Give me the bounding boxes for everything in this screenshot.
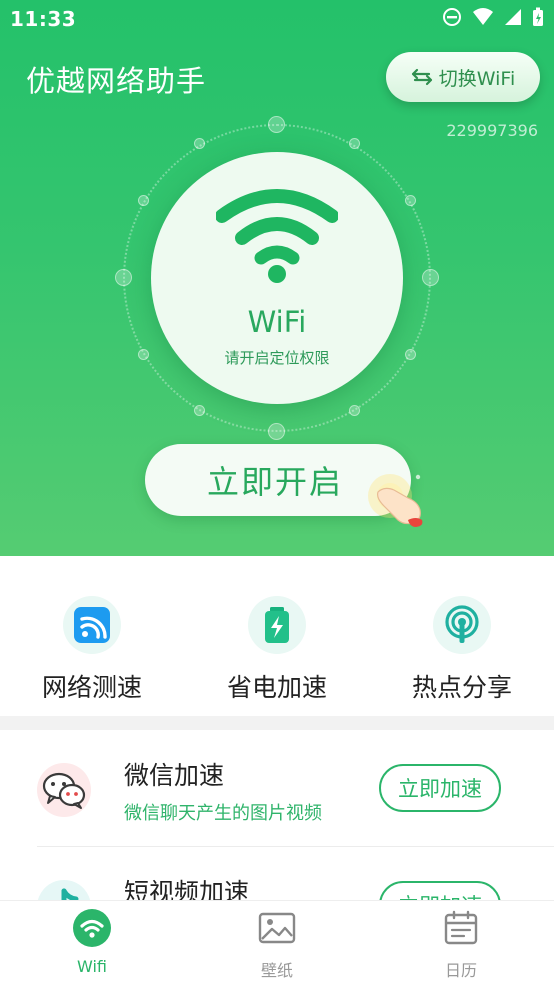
quick-action-label: 网络测速 bbox=[41, 673, 142, 702]
ring-dot bbox=[138, 349, 149, 360]
version-number: 229997396 bbox=[446, 121, 538, 140]
dnd-icon bbox=[443, 8, 461, 26]
quick-action-hotspot-share[interactable]: 热点分享 bbox=[370, 596, 554, 704]
screen: 11:33 优越网络助手 切换WiFi 229997396 WiFi 请开启定位… bbox=[0, 0, 554, 985]
status-icons bbox=[442, 7, 544, 27]
switch-wifi-label: 切换WiFi bbox=[438, 67, 516, 90]
ring-dot bbox=[194, 405, 205, 416]
pointing-hand-icon bbox=[368, 474, 423, 527]
calendar-icon bbox=[444, 910, 478, 945]
wifi-status-icon bbox=[473, 8, 493, 25]
ring-dot bbox=[422, 269, 439, 286]
ring-dot bbox=[405, 195, 416, 206]
ring-dot bbox=[268, 116, 285, 133]
battery-status-icon bbox=[533, 7, 543, 26]
nav-label: 壁纸 bbox=[260, 961, 293, 980]
speed-test-icon bbox=[74, 607, 110, 643]
nav-tab-calendar[interactable]: 日历 bbox=[406, 909, 516, 981]
ring-dot bbox=[138, 195, 149, 206]
status-time: 11:33 bbox=[10, 7, 77, 31]
switch-arrows-icon bbox=[411, 68, 432, 86]
ring-dot bbox=[194, 138, 205, 149]
wifi-icon bbox=[216, 189, 338, 283]
list-item-title: 微信加速 bbox=[124, 761, 225, 790]
switch-wifi-button[interactable]: 切换WiFi bbox=[386, 52, 540, 102]
app-title: 优越网络助手 bbox=[26, 64, 207, 98]
hero-panel: 11:33 优越网络助手 切换WiFi 229997396 WiFi 请开启定位… bbox=[0, 0, 554, 556]
wifi-label: WiFi bbox=[247, 305, 307, 339]
nav-tab-wifi[interactable]: Wifi bbox=[37, 909, 147, 976]
ring-dot bbox=[268, 423, 285, 440]
hotspot-icon-wrap bbox=[433, 596, 491, 654]
section-divider bbox=[0, 716, 554, 730]
list-item-desc: 微信聊天产生的图片视频 bbox=[124, 803, 322, 824]
quick-action-label: 热点分享 bbox=[411, 673, 512, 702]
location-permission-hint: 请开启定位权限 bbox=[224, 349, 330, 367]
bottom-nav: Wifi 壁纸 日历 bbox=[0, 900, 554, 985]
wifi-status-circle[interactable]: WiFi 请开启定位权限 bbox=[151, 152, 403, 404]
wechat-accelerate-button[interactable]: 立即加速 bbox=[379, 764, 501, 812]
status-bar: 11:33 bbox=[0, 0, 554, 38]
ring-dot bbox=[405, 349, 416, 360]
quick-action-label: 省电加速 bbox=[226, 673, 327, 702]
ring-dot bbox=[349, 138, 360, 149]
quick-actions: 网络测速 省电加速 热点分享 bbox=[0, 556, 554, 716]
wechat-icon-wrap bbox=[37, 763, 91, 817]
wallpaper-icon bbox=[258, 912, 296, 944]
nav-tab-wallpaper[interactable]: 壁纸 bbox=[222, 909, 332, 981]
wechat-icon bbox=[42, 772, 86, 809]
signal-icon bbox=[505, 9, 521, 25]
speed-test-icon-wrap bbox=[63, 596, 121, 654]
wifi-tab-icon bbox=[73, 909, 111, 947]
ring-dot bbox=[115, 269, 132, 286]
open-now-label: 立即开启 bbox=[207, 463, 344, 501]
quick-action-battery-boost[interactable]: 省电加速 bbox=[185, 596, 369, 704]
nav-label: Wifi bbox=[77, 957, 107, 976]
nav-label: 日历 bbox=[444, 961, 477, 980]
battery-icon bbox=[265, 607, 289, 643]
quick-action-speed-test[interactable]: 网络测速 bbox=[0, 596, 184, 704]
battery-icon-wrap bbox=[248, 596, 306, 654]
hotspot-icon bbox=[445, 605, 479, 643]
list-item-wechat: 微信加速 微信聊天产生的图片视频 立即加速 bbox=[0, 730, 554, 846]
ring-dot bbox=[349, 405, 360, 416]
